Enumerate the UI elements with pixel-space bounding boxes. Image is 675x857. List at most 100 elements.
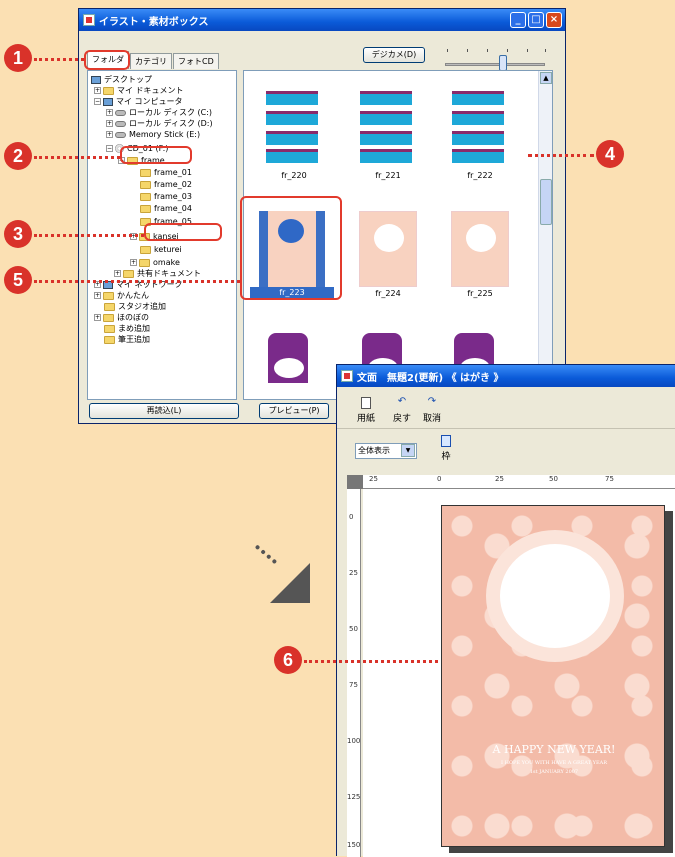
chevron-down-icon[interactable]: ▼ xyxy=(401,444,415,457)
tree-item-shared-documents[interactable]: + 共有ドキュメント xyxy=(114,268,201,279)
ruler-label: 150 xyxy=(347,841,361,849)
tree-item-my-documents[interactable]: + マイ ドキュメント xyxy=(94,85,184,96)
maximize-button[interactable]: □ xyxy=(528,12,544,28)
thumb-art xyxy=(360,91,412,105)
window-title: イラスト・素材ボックス xyxy=(99,16,209,28)
tree-item-my-computer[interactable]: − マイ コンピュータ xyxy=(94,96,183,107)
tree-item-omake[interactable]: + omake xyxy=(130,257,180,268)
thumbnail-caption: fr_224 xyxy=(375,289,401,298)
minimize-button[interactable]: _ xyxy=(510,12,526,28)
expand-icon[interactable]: + xyxy=(130,259,137,266)
document-icon xyxy=(341,370,353,382)
expand-icon[interactable]: + xyxy=(94,292,101,299)
folder-icon xyxy=(104,324,115,333)
ruler-label: 25 xyxy=(349,569,358,577)
disk-icon xyxy=(115,120,126,127)
tree-item-frame-03[interactable]: frame_03 xyxy=(140,191,192,202)
slider-tick xyxy=(527,49,528,52)
vertical-scrollbar[interactable]: ▲ xyxy=(538,71,552,399)
tab-photocd[interactable]: フォトCD xyxy=(173,53,219,69)
ruler-label: 125 xyxy=(347,793,361,801)
undo-button[interactable]: ↶ 戻す xyxy=(393,396,411,425)
window-titlebar[interactable]: イラスト・素材ボックス _ □ × xyxy=(79,9,565,31)
collapse-icon[interactable]: − xyxy=(94,98,101,105)
tree-item-memory-stick[interactable]: + Memory Stick (E:) xyxy=(106,129,200,140)
thumbnail-caption: fr_225 xyxy=(467,289,493,298)
ruler-label: 0 xyxy=(349,513,354,521)
redo-icon: ↷ xyxy=(427,396,437,407)
frame-button[interactable]: 枠 xyxy=(441,435,451,462)
digicam-button[interactable]: デジカメ(D) xyxy=(363,47,425,63)
expand-icon[interactable]: + xyxy=(106,131,113,138)
reload-button[interactable]: 再読込(L) xyxy=(89,403,239,419)
folder-icon xyxy=(140,180,151,189)
slider-tick xyxy=(487,49,488,52)
lace-frame-window xyxy=(500,544,610,648)
expand-icon[interactable]: + xyxy=(106,109,113,116)
expand-icon[interactable]: + xyxy=(114,270,121,277)
frame-icon xyxy=(441,435,451,447)
disk-icon xyxy=(115,109,126,116)
ruler-label: 75 xyxy=(605,475,614,483)
thumbnail-item[interactable]: fr_220 xyxy=(254,89,334,184)
tree-item-frame-04[interactable]: frame_04 xyxy=(140,203,192,214)
folder-icon xyxy=(140,168,151,177)
thumbnail-item[interactable]: fr_224 xyxy=(348,207,428,302)
thumb-art xyxy=(452,149,504,163)
paper-button[interactable]: 用紙 xyxy=(357,397,375,424)
thumbnail-item[interactable]: fr_221 xyxy=(348,89,428,184)
folder-icon xyxy=(140,192,151,201)
ruler-label: 100 xyxy=(347,737,361,745)
marker-4: 4 xyxy=(596,140,624,168)
slider-tick xyxy=(507,49,508,52)
horizontal-ruler: 25 0 25 50 75 xyxy=(363,475,675,489)
card-message: I HOPE YOU WITH HAVE A GREAT YEAR xyxy=(501,760,607,766)
undo-icon: ↶ xyxy=(397,396,407,407)
thumb-art xyxy=(452,111,504,125)
thumb-art xyxy=(360,111,412,125)
tree-item-desktop[interactable]: デスクトップ xyxy=(91,74,152,85)
tab-category[interactable]: カテゴリ xyxy=(130,53,172,69)
tree-item-keturei[interactable]: keturei xyxy=(140,244,182,255)
tree-item-frame-01[interactable]: frame_01 xyxy=(140,167,192,178)
thumbnail-size-slider[interactable] xyxy=(445,63,545,66)
slider-knob[interactable] xyxy=(499,55,507,71)
collapse-icon[interactable]: − xyxy=(106,145,113,152)
tree-item-kantan[interactable]: + かんたん xyxy=(94,290,149,301)
marker-1: 1 xyxy=(4,44,32,72)
thumb-art xyxy=(451,211,509,287)
tree-item-mame[interactable]: まめ追加 xyxy=(104,323,150,334)
ruler-label: 0 xyxy=(437,475,442,483)
expand-icon[interactable]: + xyxy=(94,87,101,94)
close-button[interactable]: × xyxy=(546,12,562,28)
window-titlebar[interactable]: 文面 無題2(更新) 《 はがき 》 xyxy=(337,365,675,387)
slider-tick xyxy=(467,49,468,52)
tree-item-frame-02[interactable]: frame_02 xyxy=(140,179,192,190)
tree-item-local-disk-d[interactable]: + ローカル ディスク (D:) xyxy=(106,118,213,129)
thumb-art xyxy=(266,131,318,145)
slider-tick xyxy=(545,49,546,52)
arrow-dots xyxy=(254,544,278,565)
leader-line xyxy=(304,660,438,663)
tree-item-honobono[interactable]: + ほのぼの xyxy=(94,312,149,323)
cancel-button[interactable]: ↷ 取消 xyxy=(423,396,441,425)
ruler-label: 50 xyxy=(349,625,358,633)
highlight-fr223 xyxy=(240,196,342,300)
preview-button[interactable]: プレビュー(P) xyxy=(259,403,329,419)
tree-item-fudeo[interactable]: 筆王追加 xyxy=(104,334,150,345)
folder-icon xyxy=(103,313,114,322)
window-title: 文面 無題2(更新) 《 はがき 》 xyxy=(357,372,504,384)
highlight-cd-drive xyxy=(120,146,192,164)
tree-item-local-disk-c[interactable]: + ローカル ディスク (C:) xyxy=(106,107,212,118)
scroll-up-icon[interactable]: ▲ xyxy=(540,72,552,84)
postcard-design[interactable]: A HAPPY NEW YEAR! I HOPE YOU WITH HAVE A… xyxy=(441,505,665,847)
expand-icon[interactable]: + xyxy=(94,314,101,321)
thumbnail-item[interactable]: fr_225 xyxy=(440,207,520,302)
thumbnail-caption: fr_220 xyxy=(281,171,307,180)
thumbnail-item[interactable]: fr_222 xyxy=(440,89,520,184)
expand-icon[interactable]: + xyxy=(106,120,113,127)
thumb-art xyxy=(266,91,318,105)
thumb-art xyxy=(360,131,412,145)
scroll-thumb[interactable] xyxy=(540,179,552,225)
tree-item-studio[interactable]: スタジオ追加 xyxy=(104,301,166,312)
